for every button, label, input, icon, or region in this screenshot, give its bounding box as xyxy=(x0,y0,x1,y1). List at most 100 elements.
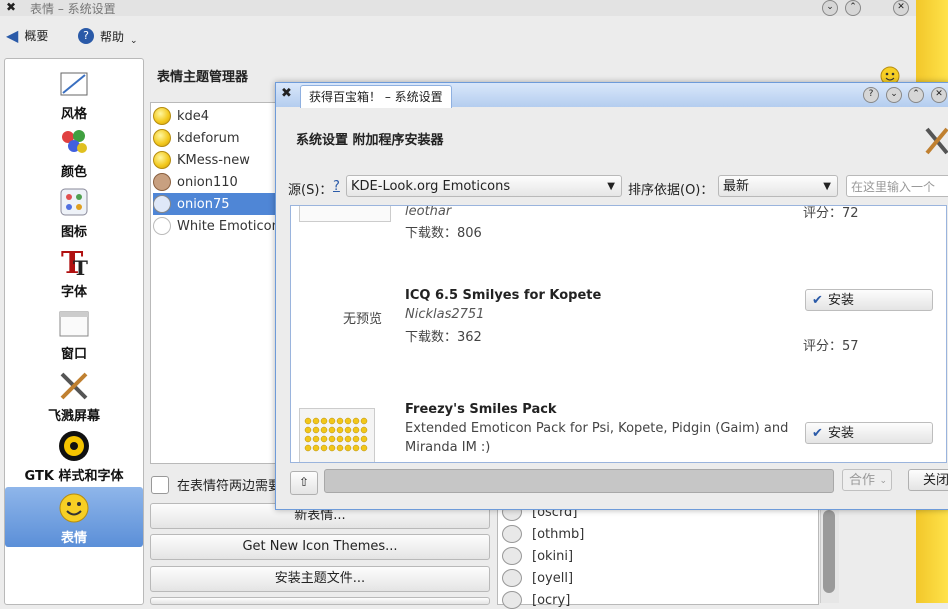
dialog-heading: 系统设置 附加程序安装器 xyxy=(296,133,444,148)
dialog-titlebar[interactable]: ✖ 获得百宝箱！ – 系统设置 ? ⌄ ⌃ ✕ xyxy=(276,83,948,108)
onion-icon xyxy=(153,195,171,213)
minimize-icon[interactable]: ⌄ xyxy=(886,87,902,103)
sort-value: 最新 xyxy=(723,179,750,194)
theme-label: onion75 xyxy=(177,196,230,212)
install-label: 安装 xyxy=(828,426,855,441)
list-item[interactable]: kdeforum xyxy=(153,127,289,149)
result-downloads: 下载数：362 xyxy=(405,330,482,345)
no-preview-label: 无预览 xyxy=(343,312,383,327)
emoticon-code: [othmb] xyxy=(532,526,585,542)
sidebar-item-label: 字体 xyxy=(60,285,87,300)
require-spaces-checkbox[interactable]: 在表情符两边需要 xyxy=(151,475,281,494)
sidebar-item-splash[interactable]: 飞溅屏幕 xyxy=(5,369,143,425)
page-title: 表情主题管理器 xyxy=(157,70,249,85)
scrollbar-thumb[interactable] xyxy=(823,510,835,593)
sidebar-item-style[interactable]: 风格 xyxy=(5,67,143,123)
font-icon: TT xyxy=(57,245,91,281)
maximize-icon[interactable]: ⌃ xyxy=(908,87,924,103)
close-button[interactable]: 关闭 xyxy=(908,469,948,491)
list-item[interactable]: [ocry] xyxy=(502,591,570,609)
sidebar-item-label: 表情 xyxy=(60,531,87,546)
dialog-title: 获得百宝箱！ – 系统设置 xyxy=(300,85,452,108)
main-titlebar[interactable]: ✖ 表情 – 系统设置 ⌄ ⌃ ✕ xyxy=(0,0,916,16)
checkbox-label: 在表情符两边需要 xyxy=(177,479,282,494)
splash-tools-icon xyxy=(57,369,91,403)
preview-thumbnail[interactable] xyxy=(299,408,375,462)
list-item[interactable]: [othmb] xyxy=(502,525,584,543)
sidebar-item-window[interactable]: 窗口 xyxy=(5,307,143,363)
result-rating: 评分：57 xyxy=(803,339,859,354)
list-item[interactable]: KMess-new xyxy=(153,149,289,171)
color-palette-icon xyxy=(57,125,91,159)
search-input[interactable]: 在这里输入一个 xyxy=(846,175,948,197)
remove-theme-button[interactable] xyxy=(150,597,490,605)
theme-list[interactable]: kde4 kdeforum KMess-new onion110 onion75… xyxy=(150,102,292,464)
progress-bar xyxy=(324,469,834,493)
sort-label: 排序依据(O)： xyxy=(628,183,714,198)
result-downloads: 下载数：806 xyxy=(405,226,482,241)
sidebar: 风格 颜色 图标 TT 字体 窗口 飞溅屏幕 GTK 样式和字体 表情 xyxy=(4,58,144,605)
action-button[interactable]: 合作 ⌄ xyxy=(842,469,892,491)
onion-icon xyxy=(502,569,522,587)
chevron-down-icon: ▼ xyxy=(607,181,615,192)
results-list[interactable]: leothar 下载数：806 评分：72 无预览 ICQ 6.5 Smilye… xyxy=(290,205,947,463)
smiley-icon xyxy=(153,151,171,169)
result-author[interactable]: leothar xyxy=(405,206,451,219)
install-button[interactable]: ✔ 安装 xyxy=(805,422,933,444)
collapse-button[interactable]: ⇧ xyxy=(290,471,318,495)
back-arrow-icon: ◀ xyxy=(6,26,19,45)
list-item[interactable]: White Emoticons xyxy=(153,215,289,237)
minimize-icon[interactable]: ⌄ xyxy=(822,0,838,16)
theme-label: KMess-new xyxy=(177,152,250,168)
white-smiley-icon xyxy=(153,217,171,235)
maximize-icon[interactable]: ⌃ xyxy=(845,0,861,16)
theme-label: onion110 xyxy=(177,174,238,190)
settings-tools-icon: ✖ xyxy=(6,0,17,14)
list-item[interactable]: [okini] xyxy=(502,547,573,565)
close-icon[interactable]: ✕ xyxy=(931,87,947,103)
chevron-down-icon: ⌄ xyxy=(879,476,887,486)
get-new-themes-button[interactable]: Get New Icon Themes... xyxy=(150,534,490,560)
smiley-icon xyxy=(57,487,91,525)
sidebar-item-color[interactable]: 颜色 xyxy=(5,125,143,181)
emoticon-list[interactable]: [oscrd] [othmb] [okini] [oyell] [ocry] xyxy=(497,500,819,609)
sidebar-item-label: GTK 样式和字体 xyxy=(24,469,124,484)
help-button[interactable]: ? 帮助 ⌄ xyxy=(78,26,138,46)
onion-icon xyxy=(502,591,522,609)
onion-icon xyxy=(502,525,522,543)
help-icon[interactable]: ? xyxy=(863,87,879,103)
list-item[interactable]: kde4 xyxy=(153,105,289,127)
theme-label: kdeforum xyxy=(177,130,240,146)
style-icon xyxy=(57,67,91,101)
close-icon[interactable]: ✕ xyxy=(893,0,909,16)
checkbox-box[interactable] xyxy=(151,475,169,494)
list-item-selected[interactable]: onion75 xyxy=(153,193,289,215)
window-icon xyxy=(57,307,91,341)
preview-thumbnail[interactable] xyxy=(299,206,391,222)
onion-icon xyxy=(153,173,171,191)
source-select[interactable]: KDE-Look.org Emoticons ▼ xyxy=(346,175,622,197)
overview-label: 概要 xyxy=(24,29,49,43)
list-item[interactable]: onion110 xyxy=(153,171,289,193)
result-description: Extended Emoticon Pack for Psi, Kopete, … xyxy=(405,421,789,436)
theme-label: White Emoticons xyxy=(177,218,287,234)
sort-select[interactable]: 最新 ▼ xyxy=(718,175,838,197)
icons-icon xyxy=(57,185,91,219)
gtk-icon xyxy=(57,429,91,463)
install-theme-file-button[interactable]: 安装主题文件... xyxy=(150,566,490,592)
overview-button[interactable]: ◀ 概要 xyxy=(6,26,48,45)
source-help-link[interactable]: ? xyxy=(333,179,340,194)
sidebar-item-icons[interactable]: 图标 xyxy=(5,185,143,241)
window-title: 表情 – 系统设置 xyxy=(30,2,116,16)
list-item[interactable]: [oyell] xyxy=(502,569,573,587)
toolbar: ◀ 概要 ? 帮助 ⌄ xyxy=(0,18,916,52)
sidebar-item-font[interactable]: TT 字体 xyxy=(5,245,143,301)
install-button[interactable]: ✔ 安装 xyxy=(805,289,933,311)
chevron-down-icon: ▼ xyxy=(823,181,831,192)
sidebar-item-gtk[interactable]: GTK 样式和字体 xyxy=(5,429,143,485)
action-label: 合作 xyxy=(849,473,876,488)
svg-text:T: T xyxy=(73,256,88,279)
sidebar-item-label: 窗口 xyxy=(60,347,87,362)
sidebar-item-emoticons[interactable]: 表情 xyxy=(5,487,143,547)
result-author[interactable]: Nicklas2751 xyxy=(405,307,484,322)
